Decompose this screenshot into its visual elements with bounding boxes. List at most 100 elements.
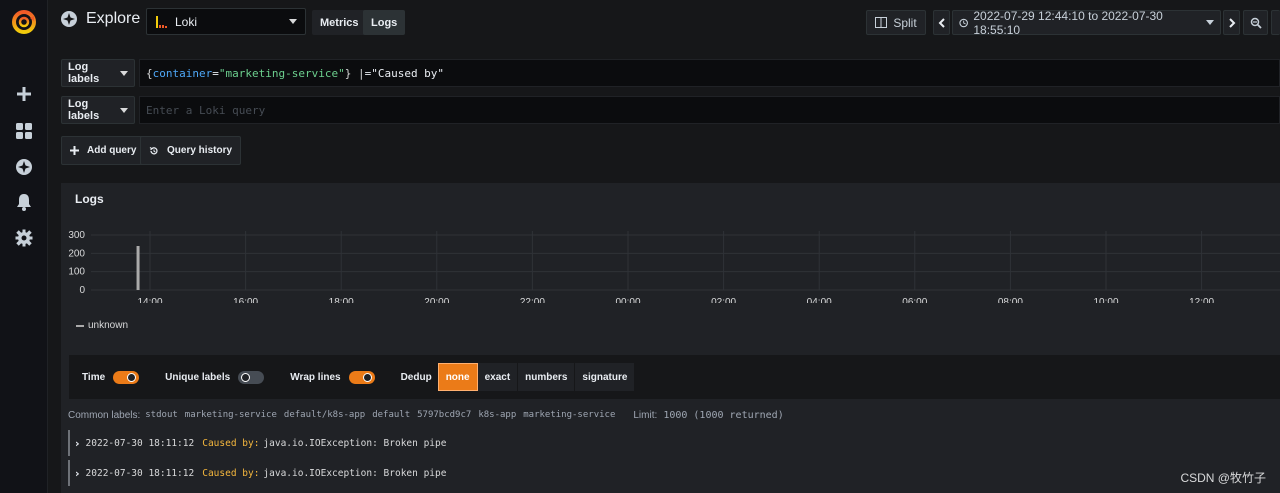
log-options-bar: Time Unique labels Wrap lines Dedup none… — [69, 355, 1280, 399]
log-timestamp: 2022-07-30 18:11:12 — [85, 437, 195, 449]
unique-labels-toggle-label: Unique labels — [165, 371, 231, 383]
add-query-label: Add query — [87, 145, 137, 156]
sidebar — [0, 0, 48, 493]
log-row[interactable]: › 2022-07-30 18:11:12 Caused by: java.io… — [68, 460, 1268, 486]
plus-icon[interactable] — [14, 84, 34, 104]
label-chip: marketing-service — [521, 408, 618, 422]
chart-x-tick-label: 04:00 — [807, 297, 832, 303]
log-labels-button[interactable]: Log labels — [61, 59, 135, 87]
query-token-value: "marketing-service" — [218, 66, 345, 80]
log-row[interactable]: › 2022-07-30 18:11:12 Caused by: java.io… — [68, 430, 1268, 456]
chart-x-tick-label: 02:00 — [711, 297, 736, 303]
label-chip: k8s-app — [476, 408, 519, 422]
explore-compass-icon[interactable] — [14, 157, 34, 177]
query-token-brace: { — [146, 66, 153, 80]
tab-metrics[interactable]: Metrics — [312, 10, 367, 35]
split-label: Split — [893, 15, 917, 30]
chevron-right-icon[interactable]: › — [75, 467, 80, 480]
gear-icon[interactable] — [14, 228, 34, 248]
chart-x-tick-label: 00:00 — [615, 297, 640, 303]
query-token-brace: } — [344, 66, 352, 80]
chart-x-tick-label: 18:00 — [329, 297, 354, 303]
query-token-filter: "Caused by" — [371, 66, 445, 80]
dedup-exact-button[interactable]: exact — [477, 363, 519, 391]
top-navbar: Explore Loki Metrics Logs Split 2022-07-… — [48, 0, 1280, 44]
limit-label: Limit: — [633, 409, 658, 421]
time-toggle[interactable] — [113, 370, 140, 384]
query-row-a: Log labels {container = "marketing-service… — [61, 59, 1280, 87]
chevron-down-icon — [1206, 20, 1214, 25]
dedup-none-button[interactable]: none — [437, 363, 478, 391]
add-query-button[interactable]: Add query — [61, 136, 146, 165]
dashboards-icon[interactable] — [14, 121, 34, 141]
log-highlight: Caused by: — [202, 437, 260, 449]
tab-logs[interactable]: Logs — [363, 10, 406, 35]
wrap-lines-toggle-label: Wrap lines — [290, 371, 341, 383]
logs-panel-title: Logs — [75, 192, 104, 206]
grafana-logo-icon[interactable] — [10, 8, 38, 36]
plus-icon — [70, 146, 79, 155]
chart-y-tick-label: 100 — [68, 267, 85, 278]
log-highlight: Caused by: — [202, 467, 260, 479]
time-back-button[interactable] — [933, 10, 950, 35]
chart-x-tick-label: 14:00 — [137, 297, 162, 303]
dedup-numbers-button[interactable]: numbers — [518, 363, 576, 391]
run-query-button-edge[interactable] — [1271, 10, 1280, 35]
query-token-op: = — [364, 66, 372, 80]
split-icon — [875, 17, 888, 28]
bell-icon[interactable] — [14, 192, 34, 212]
log-message: java.io.IOException: Broken pipe — [263, 437, 447, 449]
split-button[interactable]: Split — [866, 10, 926, 35]
query-history-button[interactable]: Query history — [140, 136, 242, 165]
time-range-picker[interactable]: 2022-07-29 12:44:10 to 2022-07-30 18:55:… — [952, 9, 1221, 37]
log-labels-label: Log labels — [68, 98, 100, 122]
time-toggle-label: Time — [82, 371, 106, 383]
log-labels-button[interactable]: Log labels — [61, 96, 135, 124]
chevron-down-icon — [120, 107, 128, 113]
logs-panel: Logs 300 200 100 0 14:00 16:00 18:00 20:00 22:00… — [61, 183, 1280, 493]
legend-label[interactable]: unknown — [88, 320, 128, 331]
chart-y-tick-label: 0 — [79, 285, 85, 296]
common-labels: Common labels: stdout marketing-service … — [68, 408, 784, 422]
log-message: java.io.IOException: Broken pipe — [263, 467, 447, 479]
chart-x-tick-label: 22:00 — [520, 297, 545, 303]
chevron-left-icon — [938, 17, 945, 28]
limit-info: Limit: 1000 (1000 returned) — [633, 410, 783, 421]
chart-legend: unknown — [76, 320, 128, 331]
log-timestamp: 2022-07-30 18:11:12 — [85, 467, 195, 479]
chart-bar — [136, 246, 140, 290]
query-history-label: Query history — [167, 145, 233, 156]
label-chip: 5797bcd9c7 — [415, 408, 474, 422]
label-chip: stdout — [143, 408, 180, 422]
query-token-pipe: | — [351, 66, 365, 80]
query-input[interactable]: Enter a Loki query — [139, 96, 1280, 124]
chevron-right-icon[interactable]: › — [75, 437, 80, 450]
query-input[interactable]: {container = "marketing-service"} | = "Cause… — [139, 59, 1280, 87]
chart-x-tick-label: 20:00 — [424, 297, 449, 303]
query-token-key: container — [152, 66, 213, 80]
loki-icon — [156, 15, 167, 28]
zoom-out-button[interactable] — [1243, 10, 1268, 35]
unique-labels-toggle[interactable] — [238, 370, 265, 384]
chart-x-tick-label: 10:00 — [1093, 297, 1118, 303]
log-labels-label: Log labels — [68, 61, 100, 85]
clock-icon — [959, 18, 968, 27]
limit-value: 1000 (1000 returned) — [663, 409, 784, 421]
wrap-lines-toggle[interactable] — [348, 370, 375, 384]
chevron-right-icon — [1228, 17, 1235, 28]
chevron-down-icon — [120, 70, 128, 76]
query-token-eq: = — [212, 66, 219, 80]
query-placeholder: Enter a Loki query — [146, 103, 266, 117]
datasource-picker[interactable]: Loki — [146, 8, 306, 35]
label-chip: marketing-service — [182, 408, 279, 422]
query-row-b: Log labels Enter a Loki query — [61, 96, 1280, 124]
chart-y-tick-label: 200 — [68, 248, 85, 259]
dedup-signature-button[interactable]: signature — [575, 363, 636, 391]
label-chip: default — [370, 408, 413, 422]
chart-x-tick-label: 16:00 — [233, 297, 258, 303]
chart-x-tick-label: 08:00 — [998, 297, 1023, 303]
chart-y-tick-label: 300 — [68, 230, 85, 241]
logs-volume-chart: 300 200 100 0 14:00 16:00 18:00 20:00 22:00 00:00… — [68, 230, 1280, 303]
time-forward-button[interactable] — [1223, 10, 1240, 35]
page-title-text: Explore — [86, 10, 141, 27]
